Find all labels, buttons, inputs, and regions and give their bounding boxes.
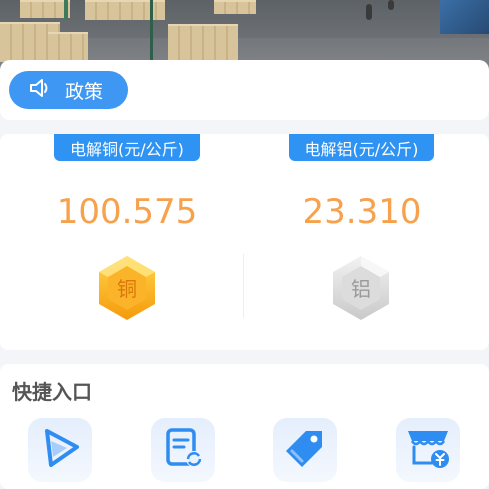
quick-entry-title: 快捷入口 <box>12 380 92 404</box>
aluminum-gem-char: 铝 <box>351 277 371 301</box>
banner-stack <box>48 32 88 60</box>
play-icon <box>37 425 83 475</box>
metal-price-card: 电解铜(元/公斤) 电解铝(元/公斤) 100.575 23.310 铜 铝 <box>0 134 489 350</box>
policy-label: 政策 <box>65 80 104 103</box>
banner-person <box>366 4 372 20</box>
copper-gem-char: 铜 <box>117 277 137 301</box>
banner-person <box>388 0 394 10</box>
page: 政策 电解铜(元/公斤) 电解铝(元/公斤) 100.575 23.310 铜 <box>0 0 489 489</box>
banner-stack <box>85 0 165 20</box>
speaker-icon <box>29 77 53 103</box>
quick-entry-card: 快捷入口 <box>0 364 489 489</box>
copper-price-badge: 电解铜(元/公斤) <box>54 134 200 161</box>
copper-gem-icon[interactable]: 铜 <box>96 254 158 322</box>
banner-stack <box>20 0 70 18</box>
copper-price-value: 100.575 <box>56 192 198 232</box>
banner-rack <box>150 0 153 60</box>
aluminum-price-badge: 电解铝(元/公斤) <box>289 134 434 161</box>
document-refresh-icon <box>161 425 205 475</box>
banner-stack <box>214 0 256 14</box>
store-yuan-icon <box>404 425 452 475</box>
banner-rack <box>64 0 68 20</box>
banner-rack <box>440 0 489 34</box>
quick-entry-store[interactable] <box>396 418 460 482</box>
quick-entry-tag[interactable] <box>273 418 337 482</box>
policy-card: 政策 <box>0 60 489 120</box>
aluminum-price-value: 23.310 <box>302 192 422 232</box>
quick-entry-document[interactable] <box>151 418 215 482</box>
price-divider <box>243 254 244 318</box>
policy-button[interactable]: 政策 <box>9 71 128 109</box>
quick-entry-play[interactable] <box>28 418 92 482</box>
aluminum-gem-icon[interactable]: 铝 <box>330 254 392 322</box>
price-tag-icon <box>282 425 328 475</box>
banner-stack <box>168 24 238 60</box>
